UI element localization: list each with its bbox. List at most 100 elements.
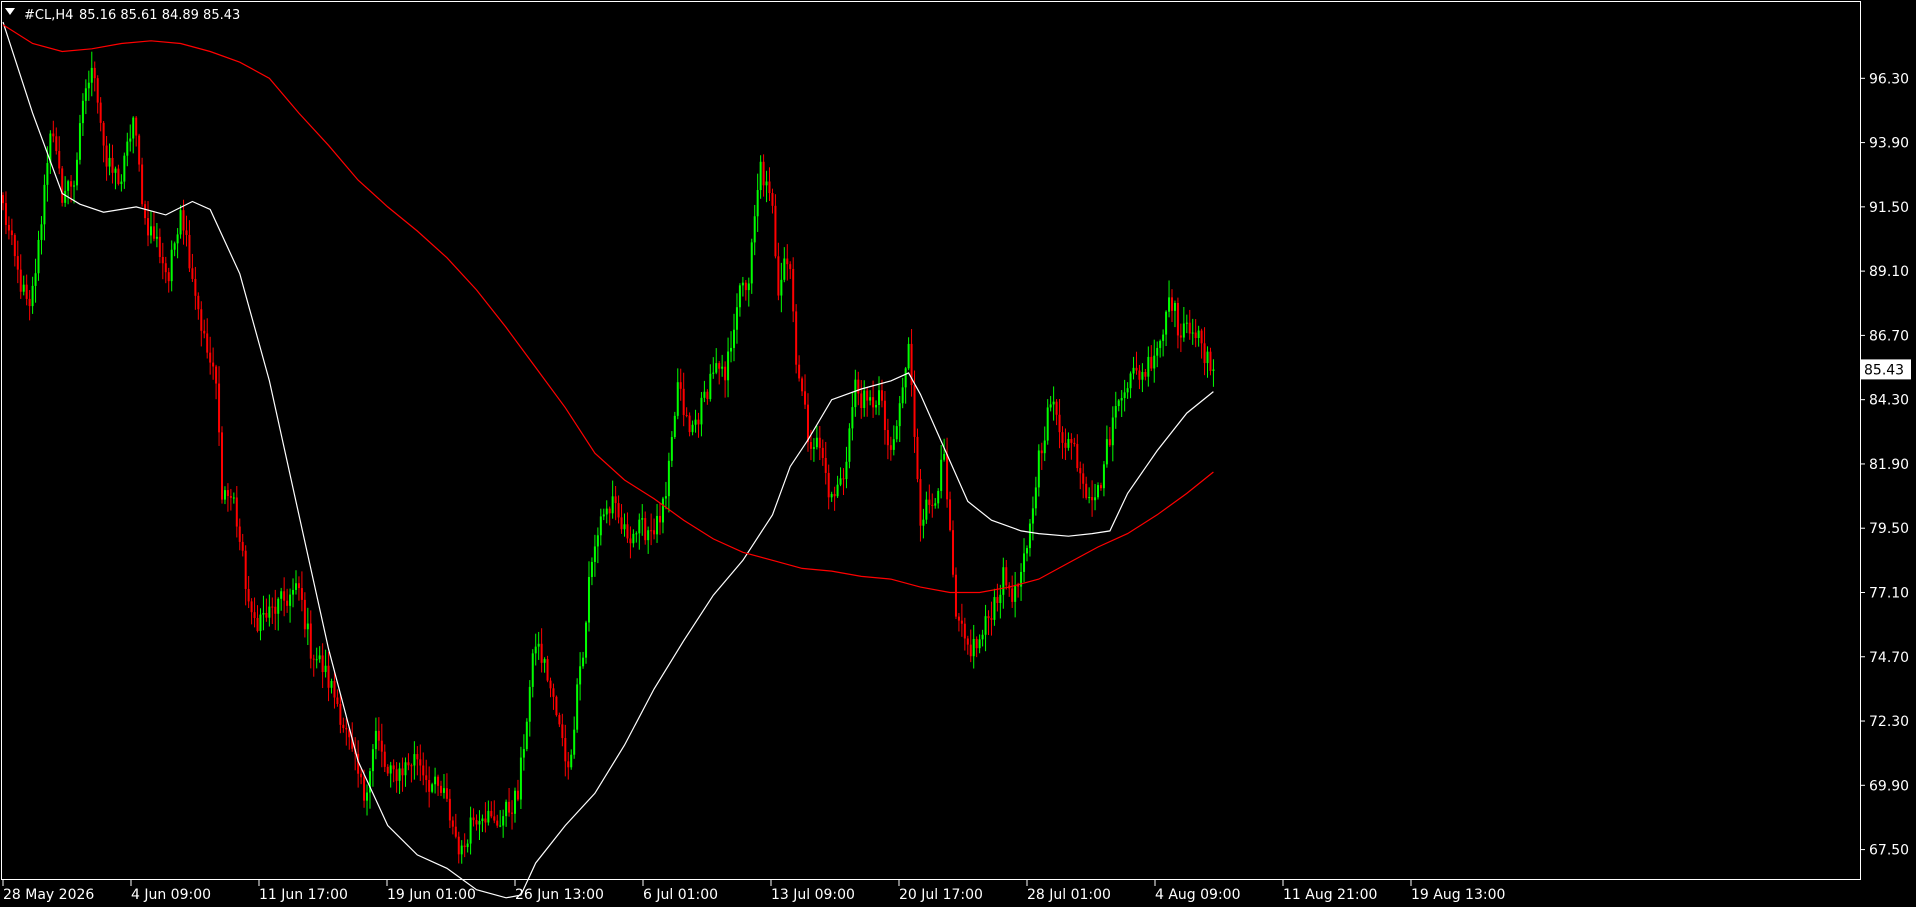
candle-body xyxy=(209,352,212,363)
price-chart[interactable]: 96.30 93.90 91.50 89.10 86.70 84.30 81.90 79.50… xyxy=(0,0,1916,907)
candle-body xyxy=(943,453,946,460)
candle-body xyxy=(993,597,996,620)
candle-body xyxy=(635,533,638,535)
y-tick-label: 93.90 xyxy=(1869,136,1909,152)
candle-body xyxy=(664,496,667,499)
candle-body xyxy=(52,133,55,137)
candle-body xyxy=(481,818,484,821)
candle-body xyxy=(250,601,253,613)
candle-body xyxy=(499,825,502,827)
candle-body xyxy=(830,493,833,498)
candle-body xyxy=(31,285,34,307)
candle-body xyxy=(786,258,789,265)
candle-body xyxy=(401,768,404,776)
candle-body xyxy=(738,285,741,308)
candle-body xyxy=(445,788,448,799)
candle-body xyxy=(1028,523,1031,549)
candle-body xyxy=(886,430,889,446)
candle-body xyxy=(1023,553,1026,572)
y-tick-label: 89.10 xyxy=(1869,264,1909,280)
candle-body xyxy=(777,256,780,296)
candle-body xyxy=(4,203,7,225)
candle-body xyxy=(949,499,952,531)
candle-body xyxy=(1188,322,1191,334)
candle-body xyxy=(451,820,454,827)
y-tick-label: 67.50 xyxy=(1869,843,1909,859)
candle-body xyxy=(747,283,750,291)
candle-body xyxy=(389,765,392,774)
candle-body xyxy=(132,117,135,139)
candle-body xyxy=(321,655,324,673)
candle-body xyxy=(966,638,969,645)
candle-body xyxy=(522,749,525,758)
candle-body xyxy=(22,284,25,292)
candle-body xyxy=(46,163,49,185)
candle-body xyxy=(661,498,664,523)
candle-body xyxy=(623,524,626,530)
x-tick-label: 28 May 2026 xyxy=(3,887,94,903)
candle-body xyxy=(735,307,738,330)
candle-body xyxy=(339,703,342,725)
candle-body xyxy=(297,583,300,589)
candle-body xyxy=(434,776,437,785)
candle-body xyxy=(552,688,555,697)
candle-body xyxy=(268,606,271,618)
y-tick-label: 84.30 xyxy=(1869,393,1909,409)
candle-body xyxy=(679,382,682,389)
candle-body xyxy=(253,612,256,618)
candle-body xyxy=(851,407,854,429)
candle-body xyxy=(957,616,960,621)
candle-body xyxy=(25,284,28,299)
candle-body xyxy=(940,459,943,491)
candle-body xyxy=(928,499,931,505)
candle-body xyxy=(286,600,289,606)
candle-body xyxy=(650,530,653,532)
candle-body xyxy=(827,472,830,498)
candle-body xyxy=(531,653,534,687)
candle-body xyxy=(200,309,203,331)
candle-body xyxy=(833,493,836,497)
candle-body xyxy=(1117,400,1120,407)
candle-body xyxy=(895,426,898,440)
candle-body xyxy=(561,724,564,739)
x-tick-label: 11 Aug 21:00 xyxy=(1283,887,1377,903)
candle-body xyxy=(194,278,197,296)
candle-body xyxy=(380,740,383,752)
candle-body xyxy=(294,583,297,590)
candle-body xyxy=(81,100,84,124)
candle-body xyxy=(431,784,434,792)
candle-body xyxy=(120,181,123,185)
candle-body xyxy=(946,453,949,500)
y-tick-label: 72.30 xyxy=(1869,714,1909,730)
candle-body xyxy=(428,779,431,792)
candle-body xyxy=(407,762,410,766)
candle-body xyxy=(259,614,262,631)
candle-body xyxy=(111,157,114,173)
candle-body xyxy=(1159,340,1162,348)
candle-body xyxy=(1079,468,1082,474)
candle-body xyxy=(454,826,457,837)
candle-body xyxy=(558,715,561,725)
last-price-label: 85.43 xyxy=(1864,362,1904,378)
candle-body xyxy=(1014,584,1017,602)
candle-body xyxy=(697,419,700,425)
candle-body xyxy=(842,478,845,480)
candle-body xyxy=(392,765,395,770)
candle-body xyxy=(422,765,425,776)
candle-body xyxy=(801,378,804,392)
candle-body xyxy=(185,230,188,235)
candle-body xyxy=(1165,311,1168,335)
y-tick-label: 81.90 xyxy=(1869,457,1909,473)
candle-body xyxy=(129,138,132,142)
candle-body xyxy=(232,497,235,499)
candle-body xyxy=(913,385,916,437)
candle-body xyxy=(123,155,126,182)
candle-body xyxy=(147,218,150,236)
candle-body xyxy=(641,518,644,520)
candle-body xyxy=(16,256,19,270)
candle-body xyxy=(197,295,200,310)
candle-body xyxy=(315,659,318,661)
candle-body xyxy=(1197,330,1200,338)
candle-body xyxy=(300,588,303,600)
candle-body xyxy=(972,638,975,657)
